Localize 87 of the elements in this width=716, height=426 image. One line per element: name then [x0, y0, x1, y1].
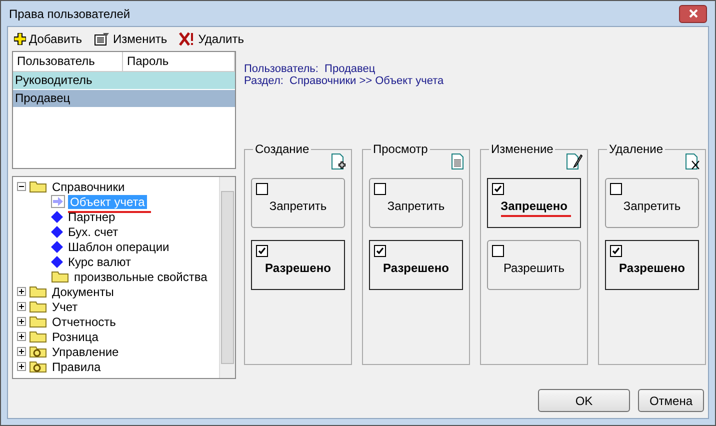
group-title: Удаление [607, 142, 666, 156]
permission-toggle[interactable]: Разрешено [605, 240, 699, 290]
arrow-icon [51, 195, 65, 208]
gear-folder-icon [29, 360, 47, 373]
tree-item[interactable]: Учет [50, 300, 80, 314]
tree-item[interactable]: Правила [50, 360, 103, 374]
form-icon [94, 32, 110, 46]
permission-toggle[interactable]: Запретить [369, 178, 463, 228]
tree-item[interactable]: Шаблон операции [66, 240, 172, 254]
tree-item[interactable]: Отчетность [50, 314, 118, 328]
checkbox[interactable] [374, 183, 386, 195]
permission-toggle[interactable]: Запретить [251, 178, 345, 228]
toolbar-button[interactable]: Изменить [92, 32, 170, 46]
permission-toggle[interactable]: Запрещено [487, 178, 581, 228]
plus-icon [19, 289, 24, 294]
permission-toggle[interactable]: Разрешено [251, 240, 345, 290]
checkbox[interactable] [610, 183, 622, 195]
delete-icon [179, 32, 196, 46]
close-button[interactable] [679, 4, 707, 22]
tree-item[interactable]: произвольные свойства [72, 270, 210, 284]
scrollbar[interactable] [219, 177, 235, 378]
folder-icon [29, 285, 47, 298]
plus-icon [19, 319, 24, 324]
tree-item[interactable]: Управление [50, 344, 121, 358]
checkbox[interactable] [256, 245, 268, 257]
expand-toggle[interactable] [17, 302, 26, 311]
diamond-icon [51, 240, 63, 252]
document-cross-icon [685, 153, 701, 171]
checkbox[interactable] [492, 245, 504, 257]
plus-icon [19, 334, 24, 339]
checkmark-icon [258, 247, 266, 255]
checkmark-icon [494, 185, 502, 193]
checkmark-icon [376, 247, 384, 255]
checkmark-icon [612, 247, 620, 255]
folder-icon [51, 270, 69, 283]
permission-toggle[interactable]: Разрешить [487, 240, 581, 290]
permission-toggle[interactable]: Разрешено [369, 240, 463, 290]
expand-toggle[interactable] [17, 362, 26, 371]
checkbox[interactable] [610, 245, 622, 257]
toolbar-button[interactable]: Удалить [177, 32, 246, 46]
info-text: Раздел: Справочники >> Объект учета [244, 75, 445, 87]
gear-folder-icon [29, 345, 47, 358]
tree-item[interactable]: Справочники [50, 180, 127, 194]
checkbox[interactable] [256, 183, 268, 195]
plus-icon [19, 304, 24, 309]
document-pencil-icon [566, 153, 583, 171]
diamond-icon [51, 256, 63, 268]
expand-toggle[interactable] [17, 347, 26, 356]
plus-icon [19, 349, 24, 354]
info-text: Пользователь: Продавец [244, 63, 376, 75]
folder-icon [29, 300, 47, 313]
group-title: Изменение [489, 142, 556, 156]
toolbar-button[interactable]: Добавить [12, 32, 84, 46]
tree-item[interactable]: Бух. счет [66, 224, 120, 238]
dialog-button[interactable]: Отмена [638, 389, 704, 412]
dialog-button[interactable]: OK [538, 389, 630, 412]
folder-icon [29, 180, 47, 193]
permission-toggle[interactable]: Запретить [605, 178, 699, 228]
tree-item[interactable]: Документы [50, 284, 116, 298]
tree-item[interactable]: Курс валют [66, 254, 134, 268]
folder-icon [29, 330, 47, 343]
expand-toggle[interactable] [17, 317, 26, 326]
plus-icon [19, 364, 24, 369]
diamond-icon [51, 226, 63, 238]
group-title: Просмотр [371, 142, 430, 156]
diamond-icon [51, 210, 63, 222]
plus-icon [14, 33, 26, 45]
column-header[interactable]: Пароль [123, 52, 235, 71]
table-row[interactable]: Руководитель [13, 72, 235, 90]
expand-toggle[interactable] [17, 287, 26, 296]
close-icon [688, 9, 698, 18]
window-title: Права пользователей [9, 6, 130, 20]
column-header[interactable]: Пользователь [13, 52, 123, 71]
expand-toggle[interactable] [17, 332, 26, 341]
checkbox[interactable] [374, 245, 386, 257]
tree-item[interactable]: Розница [50, 330, 100, 344]
table-cell-text: Продавец [14, 90, 72, 107]
document-icon [451, 153, 465, 171]
tree-item[interactable]: Партнер [66, 210, 118, 224]
table-cell-text: Руководитель [14, 72, 94, 89]
collapse-toggle[interactable] [17, 182, 26, 191]
group-title: Создание [253, 142, 312, 156]
table-row[interactable]: Продавец [13, 90, 235, 108]
minus-icon [19, 184, 24, 189]
folder-icon [29, 315, 47, 328]
checkbox[interactable] [492, 183, 504, 195]
document-plus-icon [331, 153, 347, 171]
